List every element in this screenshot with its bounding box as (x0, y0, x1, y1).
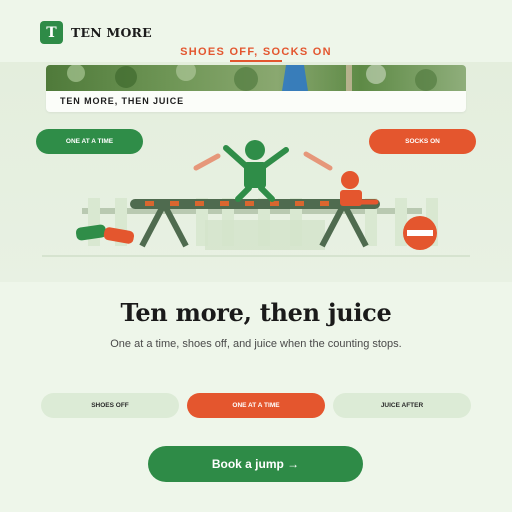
orange-jumper (340, 171, 379, 206)
logo-mark: T (40, 21, 63, 44)
brand-logo[interactable]: T TEN MORE (40, 21, 152, 44)
trampoline-illustration (42, 140, 470, 257)
hero-caption: TEN MORE, THEN JUICE (60, 96, 185, 106)
tab-one-at-a-time[interactable]: ONE AT A TIME (187, 393, 325, 418)
hero-caption-bar: TEN MORE, THEN JUICE (46, 91, 466, 112)
header-tagline[interactable]: SHOES OFF, SOCKS ON (0, 46, 512, 58)
trampoline-springs (145, 201, 354, 206)
no-entry-sign (403, 216, 437, 250)
page-subtitle: One at a time, shoes off, and juice when… (110, 338, 402, 350)
ground-line (42, 255, 470, 257)
brand-name: TEN MORE (71, 25, 152, 40)
tab-juice-after[interactable]: JUICE AFTER (333, 393, 471, 418)
book-jump-button[interactable]: Book a jump → (148, 446, 363, 482)
hero-photo-image (46, 65, 466, 91)
hero-photo (46, 65, 466, 91)
page-title: Ten more, then juice (120, 298, 392, 327)
green-jumper (223, 140, 289, 202)
tab-shoes-off[interactable]: SHOES OFF (41, 393, 179, 418)
